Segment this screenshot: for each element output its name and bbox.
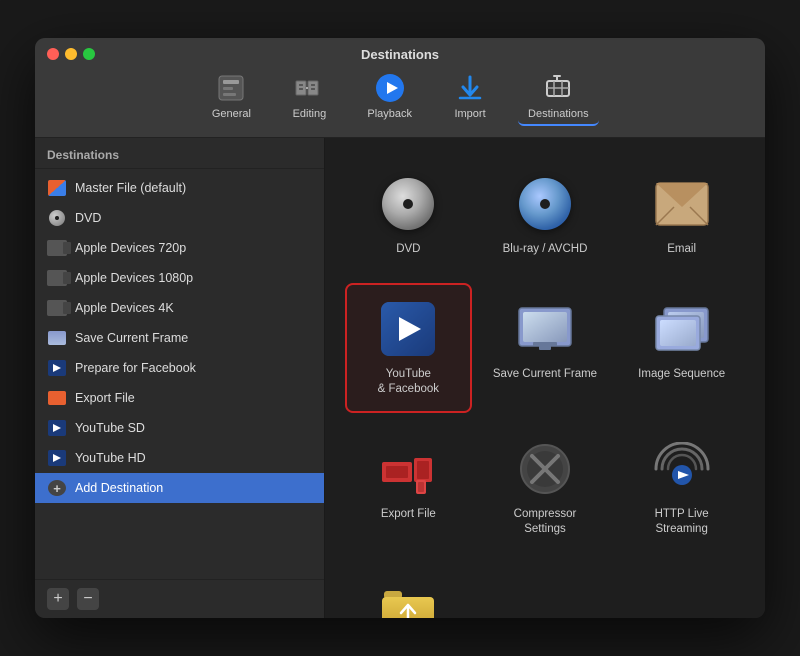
- save-frame-grid-icon: [515, 299, 575, 359]
- dest-compressor[interactable]: Compressor Settings: [482, 423, 609, 553]
- sidebar-label-youtube-hd: YouTube HD: [75, 451, 146, 465]
- destinations-grid: DVD Blu-ray / AVCHD: [325, 138, 765, 618]
- maximize-button[interactable]: [83, 48, 95, 60]
- sidebar-item-youtube-sd[interactable]: YouTube SD: [35, 413, 324, 443]
- compressor-icon: [515, 439, 575, 499]
- sidebar-footer: + −: [35, 579, 324, 618]
- master-icon: [47, 178, 67, 198]
- dest-dvd-label: DVD: [396, 242, 420, 257]
- email-icon: [652, 174, 712, 234]
- sidebar-label-add-destination: Add Destination: [75, 481, 163, 495]
- sidebar-item-master-file[interactable]: Master File (default): [35, 173, 324, 203]
- apple-device-4k-icon: [47, 298, 67, 318]
- dvd-small-icon: [47, 208, 67, 228]
- dest-image-sequence[interactable]: Image Sequence: [618, 283, 745, 413]
- sidebar: Destinations Master File (default) DVD: [35, 138, 325, 618]
- window-controls: [47, 48, 95, 60]
- bundle-icon: [378, 579, 438, 618]
- titlebar-top: Destinations: [35, 38, 765, 60]
- sidebar-label-apple-4k: Apple Devices 4K: [75, 301, 174, 315]
- sidebar-item-dvd[interactable]: DVD: [35, 203, 324, 233]
- dest-youtube-facebook[interactable]: YouTube& Facebook: [345, 283, 472, 413]
- toolbar-label-import: Import: [454, 108, 485, 120]
- sidebar-label-apple-1080p: Apple Devices 1080p: [75, 271, 193, 285]
- dest-email[interactable]: Email: [618, 158, 745, 273]
- youtube-hd-small-icon: [47, 448, 67, 468]
- dest-compressor-label: Compressor Settings: [492, 507, 599, 537]
- dest-imgseq-label: Image Sequence: [638, 367, 725, 382]
- sidebar-item-save-frame[interactable]: Save Current Frame: [35, 323, 324, 353]
- sidebar-item-apple-720p[interactable]: Apple Devices 720p: [35, 233, 324, 263]
- youtube-sd-small-icon: [47, 418, 67, 438]
- toolbar-item-editing[interactable]: Editing: [279, 68, 339, 126]
- dest-export-file-label: Export File: [381, 507, 436, 522]
- sidebar-label-master-file: Master File (default): [75, 181, 186, 195]
- minimize-button[interactable]: [65, 48, 77, 60]
- dest-hls[interactable]: HTTP Live Streaming: [618, 423, 745, 553]
- sidebar-label-save-frame: Save Current Frame: [75, 331, 188, 345]
- youtube-fb-icon: [378, 299, 438, 359]
- save-frame-small-icon: [47, 328, 67, 348]
- export-grid-icon: [378, 439, 438, 499]
- import-icon: [454, 72, 486, 104]
- toolbar-item-general[interactable]: General: [201, 68, 261, 126]
- sidebar-list: Master File (default) DVD Apple Devices …: [35, 169, 324, 579]
- close-button[interactable]: [47, 48, 59, 60]
- sidebar-item-apple-4k[interactable]: Apple Devices 4K: [35, 293, 324, 323]
- sidebar-item-facebook[interactable]: Prepare for Facebook: [35, 353, 324, 383]
- general-icon: [215, 72, 247, 104]
- playback-icon: [374, 72, 406, 104]
- titlebar: Destinations General: [35, 38, 765, 138]
- sidebar-item-add-destination[interactable]: + Add Destination: [35, 473, 324, 503]
- dest-save-frame-label: Save Current Frame: [493, 367, 597, 382]
- sidebar-label-export-file: Export File: [75, 391, 135, 405]
- add-destination-button[interactable]: +: [47, 588, 69, 610]
- main-window: Destinations General: [35, 38, 765, 618]
- bluray-icon: [515, 174, 575, 234]
- facebook-small-icon: [47, 358, 67, 378]
- toolbar: General Editing: [35, 60, 765, 126]
- sidebar-item-export-file[interactable]: Export File: [35, 383, 324, 413]
- editing-icon: [293, 72, 325, 104]
- sidebar-label-dvd: DVD: [75, 211, 101, 225]
- dest-hls-label: HTTP Live Streaming: [628, 507, 735, 537]
- sidebar-label-facebook: Prepare for Facebook: [75, 361, 196, 375]
- toolbar-item-import[interactable]: Import: [440, 68, 500, 126]
- window-title: Destinations: [361, 47, 439, 62]
- toolbar-label-destinations: Destinations: [528, 108, 589, 120]
- toolbar-item-playback[interactable]: Playback: [357, 68, 422, 126]
- destinations-icon: [542, 72, 574, 104]
- toolbar-label-playback: Playback: [367, 108, 412, 120]
- sidebar-label-apple-720p: Apple Devices 720p: [75, 241, 186, 255]
- imgseq-icon: [652, 299, 712, 359]
- dest-export-file[interactable]: Export File: [345, 423, 472, 553]
- dest-email-label: Email: [667, 242, 696, 257]
- toolbar-label-editing: Editing: [293, 108, 327, 120]
- toolbar-label-general: General: [212, 108, 251, 120]
- content-area: Destinations Master File (default) DVD: [35, 138, 765, 618]
- dest-dvd[interactable]: DVD: [345, 158, 472, 273]
- remove-destination-button[interactable]: −: [77, 588, 99, 610]
- sidebar-item-youtube-hd[interactable]: YouTube HD: [35, 443, 324, 473]
- dest-bluray-label: Blu-ray / AVCHD: [503, 242, 588, 257]
- hls-icon: [652, 439, 712, 499]
- add-dest-small-icon: +: [47, 478, 67, 498]
- dest-bundle[interactable]: Bundle: [345, 563, 472, 618]
- dest-save-current-frame[interactable]: Save Current Frame: [482, 283, 609, 413]
- sidebar-item-apple-1080p[interactable]: Apple Devices 1080p: [35, 263, 324, 293]
- export-small-icon: [47, 388, 67, 408]
- sidebar-label-youtube-sd: YouTube SD: [75, 421, 145, 435]
- dvd-grid-icon: [378, 174, 438, 234]
- dest-bluray[interactable]: Blu-ray / AVCHD: [482, 158, 609, 273]
- toolbar-item-destinations[interactable]: Destinations: [518, 68, 599, 126]
- sidebar-header: Destinations: [35, 138, 324, 169]
- apple-device-1080p-icon: [47, 268, 67, 288]
- apple-device-720p-icon: [47, 238, 67, 258]
- dest-youtube-facebook-label: YouTube& Facebook: [378, 367, 439, 397]
